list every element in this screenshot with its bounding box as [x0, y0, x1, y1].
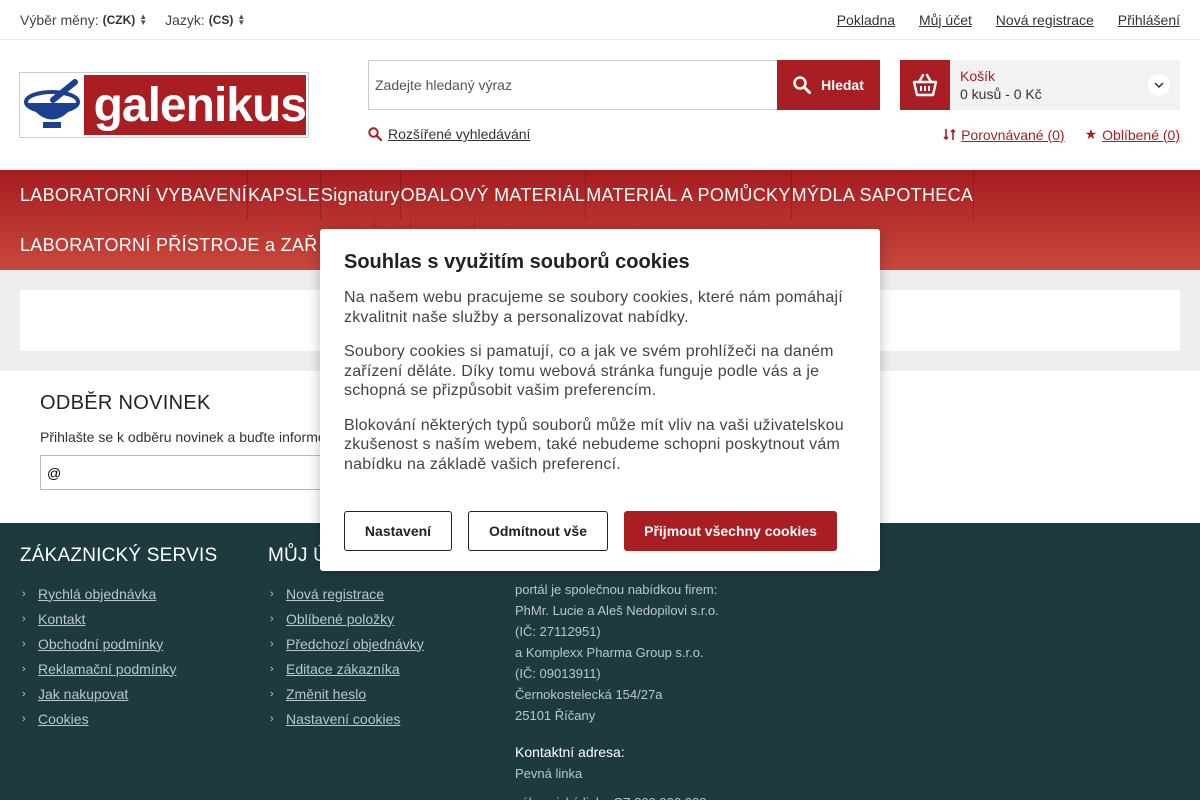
search-button[interactable]: Hledat: [777, 60, 880, 110]
footer-link[interactable]: Reklamační podmínky: [38, 661, 177, 677]
search-icon: [793, 76, 812, 94]
footer-link[interactable]: Editace zákazníka: [286, 661, 400, 677]
updown-icon: ▲ ▼: [139, 11, 148, 27]
chevron-right-icon: ›: [270, 637, 274, 650]
cart-title: Košík: [960, 68, 996, 84]
locale-selectors: Výběr měny: (CZK) ▲ ▼ Jazyk: (CS) ▲ ▼: [20, 12, 259, 28]
search-form: Hledat: [368, 60, 880, 110]
contact-title: Kontaktní adresa:: [515, 744, 625, 760]
cart-summary: 0 kusů - 0 Kč: [960, 86, 1042, 102]
chevron-right-icon: ›: [270, 712, 274, 725]
logo[interactable]: galenikus: [20, 73, 308, 137]
language-selector[interactable]: Jazyk: (CS) ▲ ▼: [165, 12, 245, 28]
footer-link[interactable]: Nová registrace: [286, 586, 384, 602]
search-input[interactable]: [368, 60, 777, 110]
favorites-link[interactable]: Oblíbené (0): [1102, 127, 1180, 143]
cart[interactable]: Košík 0 kusů - 0 Kč: [900, 60, 1180, 110]
chevron-right-icon: ›: [270, 687, 274, 700]
footer-item: › Rychlá objednávka: [20, 581, 217, 606]
advanced-search: Rozšířené vyhledávání: [368, 126, 530, 142]
footer-link[interactable]: Rychlá objednávka: [38, 586, 156, 602]
nav-item-laboratory-equipment[interactable]: LABORATORNÍ VYBAVENÍ: [20, 170, 249, 220]
chevron-right-icon: ›: [22, 587, 26, 600]
footer-item: › Reklamační podmínky: [20, 656, 217, 681]
footer-item: › Jak nakupovat: [20, 681, 217, 706]
link-login[interactable]: Přihlášení: [1118, 12, 1180, 28]
chevron-right-icon: ›: [22, 662, 26, 675]
nav-item-packaging[interactable]: OBALOVÝ MATERIÁL: [401, 170, 587, 220]
footer-item: › Nová registrace: [268, 581, 424, 606]
link-new-registration[interactable]: Nová registrace: [996, 12, 1094, 28]
chevron-down-icon[interactable]: [1148, 74, 1170, 96]
top-links: Pokladna Můj účet Nová registrace Přihlá…: [817, 12, 1180, 28]
footer-item: › Změnit heslo: [268, 681, 424, 706]
nav-row-1: LABORATORNÍ VYBAVENÍ KAPSLE Signatury OB…: [0, 170, 1200, 220]
chevron-right-icon: ›: [22, 712, 26, 725]
cookie-paragraph: Soubory cookies si pamatují, co a jak ve…: [344, 343, 834, 399]
nav-item-materials[interactable]: MATERIÁL A POMŮCKY: [586, 170, 792, 220]
chevron-right-icon: ›: [22, 687, 26, 700]
chevron-right-icon: ›: [22, 637, 26, 650]
nav-item-soaps[interactable]: MÝDLA SAPOTHECA: [792, 170, 975, 220]
search-icon: [368, 127, 382, 141]
header: galenikus Hledat Rozšířené vyhledávání K…: [0, 40, 1200, 170]
mortar-icon: [22, 75, 84, 135]
currency-selector[interactable]: Výběr měny: (CZK) ▲ ▼: [20, 12, 147, 28]
footer-link[interactable]: Jak nakupovat: [38, 686, 128, 702]
compare-item: Porovnávané (0): [943, 126, 1065, 143]
link-my-account[interactable]: Můj účet: [919, 12, 972, 28]
chevron-right-icon: ›: [270, 587, 274, 600]
footer-item: › Předchozí objednávky: [268, 631, 424, 656]
cookie-settings-button[interactable]: Nastavení: [344, 511, 452, 551]
advanced-search-link[interactable]: Rozšířené vyhledávání: [388, 126, 530, 142]
cookie-consent-dialog: Souhlas s využitím souborů cookies Na na…: [320, 229, 880, 571]
favorites-item: ★ Oblíbené (0): [1085, 126, 1180, 143]
footer-company-info: portál je společnou nabídkou firem: PhMr…: [515, 582, 719, 800]
compare-favorites: Porovnávané (0) ★ Oblíbené (0): [943, 126, 1180, 143]
top-bar: Výběr měny: (CZK) ▲ ▼ Jazyk: (CS) ▲ ▼ Pokl…: [0, 0, 1200, 40]
footer-item: › Editace zákazníka: [268, 656, 424, 681]
logo-text: galenikus: [93, 78, 306, 132]
footer-item: › Oblíbené položky: [268, 606, 424, 631]
footer-link[interactable]: Nastavení cookies: [286, 711, 400, 727]
footer-link[interactable]: Obchodní podmínky: [38, 636, 163, 652]
nav-item-laboratory-devices[interactable]: LABORATORNÍ PŘÍSTROJE a ZAŘ: [20, 220, 318, 270]
footer-col-title: ZÁKAZNICKÝ SERVIS: [20, 545, 218, 566]
footer-item: › Nastavení cookies: [268, 706, 424, 731]
footer-link[interactable]: Cookies: [38, 711, 89, 727]
chevron-right-icon: ›: [270, 662, 274, 675]
cookie-title: Souhlas s využitím souborů cookies: [344, 251, 690, 273]
cookie-paragraph: Blokování některých typů souborů může mí…: [344, 416, 844, 473]
footer-link[interactable]: Kontakt: [38, 611, 85, 627]
cookie-paragraph: Na našem webu pracujeme se soubory cooki…: [344, 289, 843, 326]
chevron-right-icon: ›: [270, 612, 274, 625]
footer-link[interactable]: Oblíbené položky: [286, 611, 394, 627]
cookie-buttons: Nastavení Odmítnout vše Přijmout všechny…: [344, 511, 837, 551]
footer-link[interactable]: Předchozí objednávky: [286, 636, 424, 652]
footer-item: › Kontakt: [20, 606, 217, 631]
updown-icon: ▲ ▼: [237, 11, 246, 27]
cart-text: Košík 0 kusů - 0 Kč: [950, 68, 1148, 102]
footer-my-account: MŮJ Ú › Nová registrace › Oblíbené položky…: [268, 545, 424, 731]
footer-customer-service: ZÁKAZNICKÝ SERVIS › Rychlá objednávka › Ko…: [20, 545, 217, 731]
chevron-right-icon: ›: [22, 612, 26, 625]
star-icon: ★: [1084, 126, 1098, 142]
compare-link[interactable]: Porovnávané (0): [961, 127, 1065, 143]
footer-link[interactable]: Změnit heslo: [286, 686, 366, 702]
basket-icon: [900, 60, 950, 110]
compare-icon: [943, 128, 956, 141]
nav-item-capsules[interactable]: KAPSLE: [248, 170, 321, 220]
link-checkout[interactable]: Pokladna: [837, 12, 895, 28]
footer-item: › Cookies: [20, 706, 217, 731]
cookie-accept-button[interactable]: Přijmout všechny cookies: [624, 511, 837, 551]
nav-item-signatures[interactable]: Signatury: [321, 170, 401, 220]
footer-item: › Obchodní podmínky: [20, 631, 217, 656]
cookie-reject-button[interactable]: Odmítnout vše: [468, 511, 608, 551]
